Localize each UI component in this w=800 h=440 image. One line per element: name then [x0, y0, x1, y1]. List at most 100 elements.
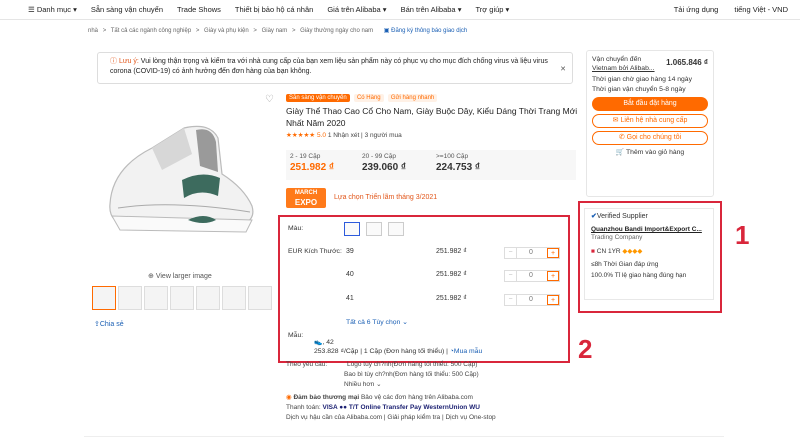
- price-tier: >=100 Cặp 224.753 ₫: [436, 153, 480, 173]
- deal-alert-link[interactable]: ▣ Đăng ký thông báo giao dịch: [384, 28, 470, 34]
- nav-label: Trợ giúp: [475, 5, 504, 14]
- tier-qty: 2 - 19 Cặp: [290, 153, 321, 160]
- in-stock-tag: Có Hàng: [353, 94, 384, 102]
- shield-icon: ◉: [286, 394, 292, 401]
- view-larger-label: View larger image: [155, 273, 212, 280]
- annotation-box-2: [278, 215, 570, 363]
- breadcrumb-item[interactable]: nhà: [88, 28, 98, 34]
- breadcrumb-sep: >: [102, 28, 107, 34]
- transit-time: Thời gian vận chuyển 5-8 ngày: [592, 86, 686, 93]
- supplier-type: Trading Company: [591, 234, 643, 241]
- order-sidebar: Vận chuyển đến 1.065.846 ₫ Vietnam bởi A…: [586, 50, 714, 197]
- mail-icon: ✉: [612, 117, 619, 124]
- nav-help[interactable]: Trợ giúp ▾: [475, 5, 509, 14]
- nav-buy-on-alibaba[interactable]: Giá trên Alibaba ▾: [327, 5, 386, 14]
- warning-icon: ⓘ: [110, 58, 117, 65]
- shipping-price: 1.065.846 ₫: [666, 58, 708, 67]
- nav-categories[interactable]: ☰ Danh mục ▾: [28, 5, 77, 14]
- tier-price: 251.982 ₫: [290, 162, 335, 173]
- payment-label: Thanh toán:: [286, 404, 321, 411]
- view-larger-link[interactable]: ⊕ View larger image: [148, 272, 212, 280]
- more-label: Nhiều hơn: [344, 381, 375, 388]
- cn-flag-icon: ■: [591, 248, 595, 255]
- phone-icon: ✆: [618, 134, 625, 141]
- service-links[interactable]: Dịch vụ hậu cần của Alibaba.com | Giải p…: [286, 413, 586, 423]
- notice-text: Vui lòng thận trọng và kiểm tra với nhà …: [110, 58, 548, 75]
- lead-time: Thời gian chờ giao hàng 14 ngày: [592, 76, 692, 83]
- expo-text[interactable]: Lựa chọn Triển lãm tháng 3/2021: [334, 194, 437, 201]
- diamond-icon: ◆◆◆◆: [622, 248, 643, 255]
- custom-logo: Logo tùy ch?nh(Đơn hàng tối thiểu: 500 C…: [347, 361, 478, 368]
- rating-value: 5.0: [316, 132, 326, 139]
- breadcrumb-item[interactable]: Tất cả các ngành công nghiệp: [111, 28, 191, 34]
- thumbnail-strip: [92, 286, 272, 310]
- notice-warn-label: Lưu ý:: [118, 58, 139, 65]
- verified-label: Verified Supplier: [596, 213, 648, 220]
- menu-icon: ☰: [28, 5, 37, 14]
- ready-to-ship-tag: Sẵn sàng vận chuyển: [286, 94, 350, 102]
- response-time: ≤8h Thời Gian đáp ứng: [591, 261, 659, 268]
- product-title: Giày Thể Thao Cao Cổ Cho Nam, Giày Buộc …: [286, 106, 578, 128]
- thumbnail[interactable]: [248, 286, 272, 310]
- favorite-icon[interactable]: ♡: [265, 94, 274, 105]
- thumbnail[interactable]: [118, 286, 142, 310]
- nav-ppe[interactable]: Thiết bị bảo hộ cá nhân: [235, 5, 313, 14]
- thumbnail[interactable]: [144, 286, 168, 310]
- share-link[interactable]: ⇪Chia sẻ: [94, 320, 124, 328]
- price-tiers: 2 - 19 Cặp 251.982 ₫ 20 - 99 Cặp 239.060…: [286, 150, 576, 180]
- zoom-icon: ⊕: [148, 273, 154, 280]
- share-label: Chia sẻ: [99, 321, 124, 328]
- breadcrumb-sep: >: [291, 28, 296, 34]
- supplier-name-link[interactable]: Quanzhou Bandi Import&Export C...: [591, 226, 707, 233]
- thumbnail[interactable]: [196, 286, 220, 310]
- on-time-delivery: 100.0% Tỉ lệ giao hàng đúng hạn: [591, 272, 687, 279]
- breadcrumb-item[interactable]: Giày thường ngày cho nam: [300, 28, 373, 34]
- custom-label: Theo yêu cầu:: [286, 361, 328, 368]
- call-us-label: Gọi cho chúng tôi: [626, 134, 682, 141]
- tier-price: 239.060 ₫: [362, 162, 407, 173]
- payment-methods: VISA ●● T/T Online Transfer Pay WesternU…: [322, 404, 480, 411]
- thumbnail[interactable]: [170, 286, 194, 310]
- nav-ready-to-ship[interactable]: Sẵn sàng vận chuyển: [91, 5, 163, 14]
- price-tier: 2 - 19 Cặp 251.982 ₫: [290, 153, 334, 173]
- main-product-image[interactable]: ♡: [92, 94, 274, 258]
- thumbnail[interactable]: [92, 286, 116, 310]
- contact-supplier-button[interactable]: ✉ Liên hệ nhà cung cấp: [592, 114, 708, 128]
- supplier-card: ✔Verified Supplier Quanzhou Bandi Import…: [584, 208, 714, 300]
- covid-notice: ⓘ Lưu ý: Vui lòng thận trọng và kiểm tra…: [97, 52, 573, 84]
- download-app-link[interactable]: Tải ứng dụng: [674, 5, 719, 14]
- thumbnail[interactable]: [222, 286, 246, 310]
- trade-assurance-text: Bảo vệ các đơn hàng trên Alibaba.com: [360, 394, 473, 401]
- close-icon[interactable]: ✕: [560, 65, 566, 75]
- deal-alert-label: Đăng ký thông báo giao dịch: [391, 28, 468, 34]
- country-code: CN: [596, 248, 607, 255]
- add-to-cart-label: Thêm vào giỏ hàng: [626, 149, 685, 156]
- nav-sell-on-alibaba[interactable]: Bán trên Alibaba ▾: [401, 5, 462, 14]
- supplier-badges: ■ CN 1YR ◆◆◆◆: [591, 247, 707, 255]
- march-expo-badge: MARCH EXPO: [286, 188, 326, 208]
- customization-section: Theo yêu cầu: Logo tùy ch?nh(Đơn hàng tố…: [286, 360, 586, 423]
- breadcrumb: nhà > Tất cả các ngành công nghiệp > Già…: [88, 27, 473, 34]
- annotation-label-1: 1: [735, 220, 750, 250]
- custom-packaging: Bao bì tùy ch?nh(Đơn hàng tối thiểu: 500…: [344, 371, 479, 378]
- product-info: Sẵn sàng vận chuyển Có Hàng Gửi hàng nha…: [286, 92, 582, 139]
- tier-qty: >=100 Cặp: [436, 153, 469, 160]
- nav-trade-shows[interactable]: Trade Shows: [177, 5, 221, 14]
- review-count[interactable]: 1 Nhận xét: [328, 132, 359, 139]
- divider: [84, 436, 724, 437]
- price-tier: 20 - 99 Cặp 239.060 ₫: [362, 153, 406, 173]
- breadcrumb-item[interactable]: Giày và phụ kiện: [204, 28, 249, 34]
- start-order-button[interactable]: Bắt đầu đặt hàng: [592, 97, 708, 111]
- call-us-button[interactable]: ✆ Gọi cho chúng tôi: [592, 131, 708, 145]
- star-rating-icon: ★★★★★: [286, 132, 316, 139]
- trade-assurance-title: Đảm bảo thương mại: [293, 394, 360, 401]
- contact-supplier-label: Liên hệ nhà cung cấp: [620, 117, 688, 124]
- more-options-link[interactable]: Nhiều hơn ⌄: [286, 380, 586, 390]
- breadcrumb-item[interactable]: Giày nam: [262, 28, 288, 34]
- supplier-years: 1YR: [607, 248, 621, 255]
- verified-supplier-badge: ✔Verified Supplier: [591, 212, 707, 220]
- tier-price: 224.753 ₫: [436, 162, 481, 173]
- breadcrumb-sep: >: [195, 28, 200, 34]
- add-to-cart-link[interactable]: 🛒 Thêm vào giỏ hàng: [592, 148, 708, 156]
- language-currency-selector[interactable]: tiếng Việt - VND: [734, 5, 788, 14]
